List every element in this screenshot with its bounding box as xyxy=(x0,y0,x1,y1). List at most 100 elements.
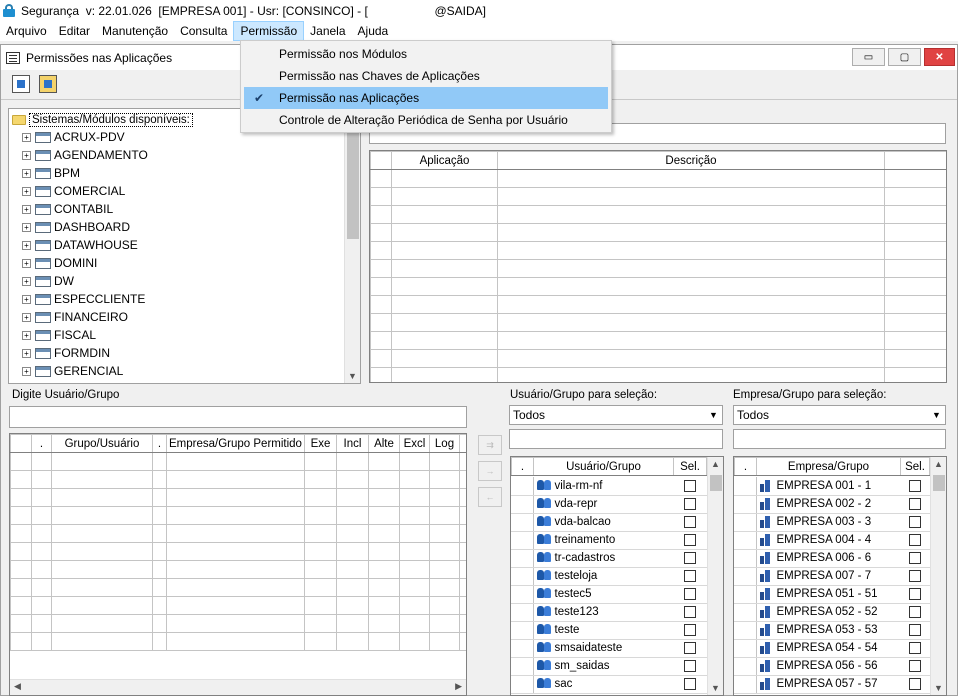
user-row[interactable]: vila-rm-nf xyxy=(511,477,707,496)
add-all-button[interactable]: ⇉ xyxy=(478,435,502,455)
user-select-checkbox[interactable] xyxy=(684,569,696,582)
company-select-checkbox[interactable] xyxy=(909,497,921,510)
company-row[interactable]: EMPRESA 052 - 52 xyxy=(734,603,930,622)
expand-icon[interactable]: + xyxy=(22,204,31,214)
menu-permissao[interactable]: Permissão xyxy=(233,21,305,41)
user-select-checkbox[interactable] xyxy=(684,479,696,492)
company-select-checkbox[interactable] xyxy=(909,605,921,618)
scrollbar-thumb[interactable] xyxy=(347,129,359,239)
add-button[interactable]: → xyxy=(478,461,502,481)
tree-node[interactable]: + BPM xyxy=(22,164,80,182)
user-select-grid[interactable]: . Usuário/Grupo Sel. vila-rm-nf vda-repr v… xyxy=(510,456,724,696)
company-select-checkbox[interactable] xyxy=(909,569,921,582)
minimize-button[interactable]: ▭ xyxy=(852,48,885,66)
column-header-sel[interactable]: Sel. xyxy=(673,457,707,476)
user-row[interactable]: sm_saidas xyxy=(511,657,707,676)
tree-node[interactable]: + FISCAL xyxy=(22,326,96,344)
company-select-checkbox[interactable] xyxy=(909,677,921,690)
scrollbar-thumb[interactable] xyxy=(710,475,722,491)
expand-icon[interactable]: + xyxy=(22,150,31,160)
tree-node[interactable]: + DATAWHOUSE xyxy=(22,236,138,254)
menu-item-permissao-aplicacoes[interactable]: ✔ Permissão nas Aplicações xyxy=(244,87,608,109)
user-select-checkbox[interactable] xyxy=(684,497,696,510)
column-header-sel[interactable]: Sel. xyxy=(900,457,930,476)
company-select-grid[interactable]: . Empresa/Grupo Sel. EMPRESA 001 - 1 EMPRE… xyxy=(733,456,947,696)
tree-node[interactable]: + GERENCIAL xyxy=(22,362,123,380)
company-row[interactable]: EMPRESA 054 - 54 xyxy=(734,639,930,658)
tree-node[interactable]: + DW xyxy=(22,272,74,290)
column-header-log[interactable]: Log xyxy=(429,434,460,453)
user-grid-scrollbar[interactable]: ▲ ▼ xyxy=(707,457,723,695)
user-row[interactable]: teste123 xyxy=(511,603,707,622)
column-header-exe[interactable]: Exe xyxy=(304,434,337,453)
company-select-checkbox[interactable] xyxy=(909,551,921,564)
module-tree[interactable]: Sistemas/Módulos disponíveis: + ACRUX-PDV… xyxy=(8,108,361,384)
tree-node[interactable]: + FINANCEIRO xyxy=(22,308,128,326)
company-row[interactable]: EMPRESA 007 - 7 xyxy=(734,567,930,586)
tree-node[interactable]: + DASHBOARD xyxy=(22,218,130,236)
company-row[interactable]: EMPRESA 057 - 57 xyxy=(734,675,930,694)
menu-manutencao[interactable]: Manutenção xyxy=(96,21,174,41)
tree-node[interactable]: + CONTABIL xyxy=(22,200,113,218)
company-row[interactable]: EMPRESA 006 - 6 xyxy=(734,549,930,568)
expand-icon[interactable]: + xyxy=(22,132,31,142)
user-select-checkbox[interactable] xyxy=(684,587,696,600)
user-select-checkbox[interactable] xyxy=(684,515,696,528)
close-button[interactable]: ✕ xyxy=(924,48,955,66)
column-header-dot2[interactable]: . xyxy=(152,434,167,453)
column-header-dot1[interactable]: . xyxy=(31,434,52,453)
user-select-checkbox[interactable] xyxy=(684,677,696,690)
user-row[interactable]: vda-balcao xyxy=(511,513,707,532)
expand-icon[interactable]: + xyxy=(22,348,31,358)
chevron-down-icon[interactable]: ▼ xyxy=(706,407,721,423)
user-filter-input[interactable] xyxy=(509,429,723,449)
expand-icon[interactable]: + xyxy=(22,168,31,178)
permission-grid[interactable]: . Grupo/Usuário . Empresa/Grupo Permitid… xyxy=(9,433,467,696)
company-select-checkbox[interactable] xyxy=(909,659,921,672)
menu-item-permissao-chaves[interactable]: Permissão nas Chaves de Aplicações xyxy=(244,65,608,87)
save-button[interactable] xyxy=(36,72,60,96)
user-select-combo[interactable]: Todos ▼ xyxy=(509,405,723,425)
menu-arquivo[interactable]: Arquivo xyxy=(0,21,53,41)
expand-icon[interactable]: + xyxy=(22,240,31,250)
user-row[interactable]: teste xyxy=(511,621,707,640)
tree-node[interactable]: + COMERCIAL xyxy=(22,182,125,200)
company-select-checkbox[interactable] xyxy=(909,623,921,636)
company-row[interactable]: EMPRESA 053 - 53 xyxy=(734,621,930,640)
column-header-n[interactable]: N xyxy=(459,434,466,453)
user-row[interactable]: testeloja xyxy=(511,567,707,586)
tree-scrollbar[interactable]: ▼ xyxy=(344,109,360,383)
expand-icon[interactable]: + xyxy=(22,330,31,340)
tree-node[interactable]: + AGENDAMENTO xyxy=(22,146,148,164)
user-select-checkbox[interactable] xyxy=(684,623,696,636)
scrollbar-thumb[interactable] xyxy=(933,475,945,491)
company-select-checkbox[interactable] xyxy=(909,515,921,528)
company-row[interactable]: EMPRESA 002 - 2 xyxy=(734,495,930,514)
scroll-up-icon[interactable]: ▲ xyxy=(934,459,943,469)
scroll-down-icon[interactable]: ▼ xyxy=(711,683,720,693)
menu-ajuda[interactable]: Ajuda xyxy=(352,21,395,41)
user-row[interactable]: vda-repr xyxy=(511,495,707,514)
company-row[interactable]: EMPRESA 001 - 1 xyxy=(734,477,930,496)
company-row[interactable]: EMPRESA 003 - 3 xyxy=(734,513,930,532)
user-select-checkbox[interactable] xyxy=(684,605,696,618)
scroll-up-icon[interactable]: ▲ xyxy=(711,459,720,469)
expand-icon[interactable]: + xyxy=(22,312,31,322)
company-select-checkbox[interactable] xyxy=(909,479,921,492)
expand-icon[interactable]: + xyxy=(22,258,31,268)
tree-node[interactable]: + FORMDIN xyxy=(22,344,110,362)
menu-consulta[interactable]: Consulta xyxy=(174,21,233,41)
company-select-checkbox[interactable] xyxy=(909,533,921,546)
user-row[interactable]: testec5 xyxy=(511,585,707,604)
company-filter-input[interactable] xyxy=(733,429,946,449)
company-select-checkbox[interactable] xyxy=(909,587,921,600)
column-header-descricao[interactable]: Descrição xyxy=(497,151,885,170)
user-select-checkbox[interactable] xyxy=(684,641,696,654)
company-row[interactable]: EMPRESA 051 - 51 xyxy=(734,585,930,604)
tree-root[interactable]: Sistemas/Módulos disponíveis: xyxy=(12,112,193,127)
scroll-down-icon[interactable]: ▼ xyxy=(934,683,943,693)
column-header-excl[interactable]: Excl xyxy=(399,434,430,453)
column-header-usuario-grupo[interactable]: Usuário/Grupo xyxy=(533,457,674,476)
tree-node[interactable]: + ESPECCLIENTE xyxy=(22,290,145,308)
column-header-alte[interactable]: Alte xyxy=(368,434,400,453)
